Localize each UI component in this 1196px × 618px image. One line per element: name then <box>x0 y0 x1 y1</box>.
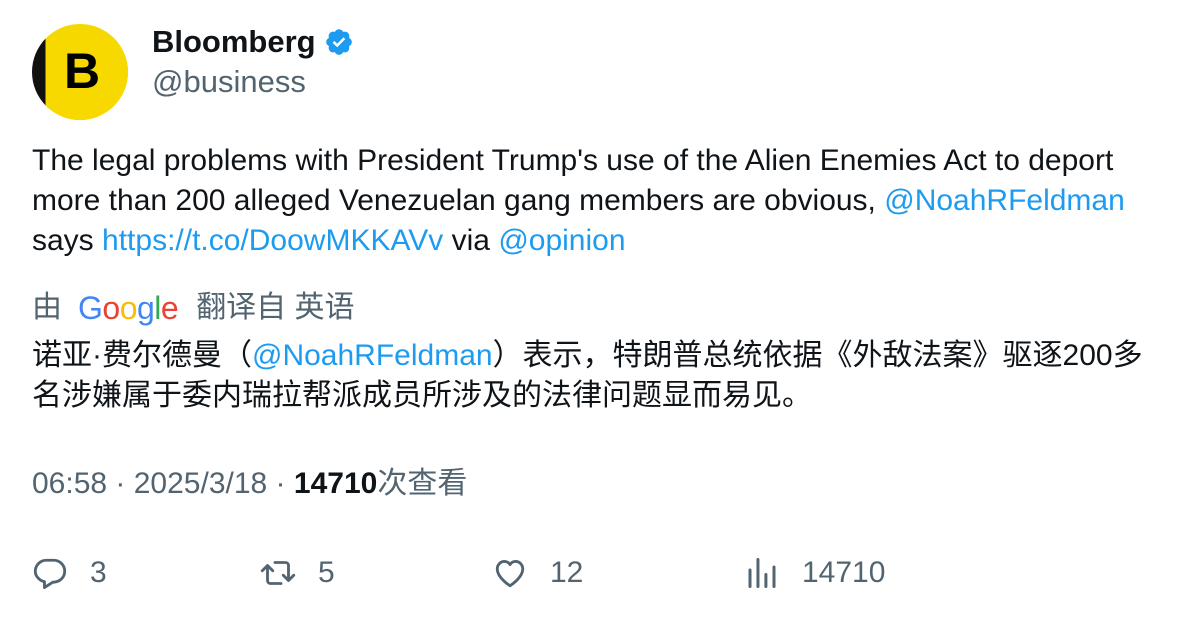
verified-badge-icon <box>325 29 352 55</box>
like-count: 12 <box>550 556 584 589</box>
tweet-text-part3: via <box>443 224 499 257</box>
reply-count: 3 <box>90 556 107 589</box>
mention-link-opinion[interactable]: @opinion <box>498 224 625 257</box>
tweet-date[interactable]: 2025/3/18 <box>134 467 267 500</box>
translated-text: 诺亚·费尔德曼（@NoahRFeldman）表示，特朗普总统依据《外敌法案》驱逐… <box>32 336 1162 416</box>
retweet-button[interactable]: 5 <box>260 551 335 595</box>
author-handle[interactable]: @business <box>152 62 306 102</box>
tweet-time[interactable]: 06:58 <box>32 467 107 500</box>
url-link[interactable]: https://t.co/DoowMKKAVv <box>102 224 443 257</box>
avatar-letter: B <box>64 43 101 99</box>
translated-by-label: 由 <box>32 291 62 324</box>
tweet-text: The legal problems with President Trump'… <box>32 141 1162 261</box>
translation-attribution: 由 Google 翻译自 英语 <box>32 288 355 328</box>
retweet-count: 5 <box>318 556 335 589</box>
like-button[interactable]: 12 <box>492 551 583 595</box>
google-logo: Google <box>78 290 179 326</box>
action-bar: 3 5 12 14710 <box>32 551 1162 595</box>
heart-icon <box>495 560 525 588</box>
translated-mention-link[interactable]: @NoahRFeldman <box>252 339 493 372</box>
tweet-text-part2: says <box>32 224 103 257</box>
analytics-icon <box>748 558 776 588</box>
author-name-row: Bloomberg <box>152 22 354 62</box>
avatar[interactable]: B <box>32 24 128 120</box>
retweet-icon <box>260 561 296 585</box>
meta-separator: · <box>267 467 294 500</box>
translated-from-label: 翻译自 英语 <box>196 291 355 324</box>
reply-icon <box>33 558 67 589</box>
views-button[interactable]: 14710 <box>744 551 885 595</box>
reply-button[interactable]: 3 <box>32 551 107 595</box>
view-count: 14710 <box>293 467 378 500</box>
author-name[interactable]: Bloomberg <box>152 22 316 62</box>
meta-separator: · <box>107 467 134 500</box>
tweet-meta: 06:58 · 2025/3/18 · 14710次查看 <box>32 464 467 504</box>
translated-text-part1: 诺亚·费尔德曼（ <box>32 339 252 372</box>
mention-link[interactable]: @NoahRFeldman <box>884 184 1125 217</box>
views-count: 14710 <box>802 556 886 589</box>
view-label: 次查看 <box>377 467 468 500</box>
